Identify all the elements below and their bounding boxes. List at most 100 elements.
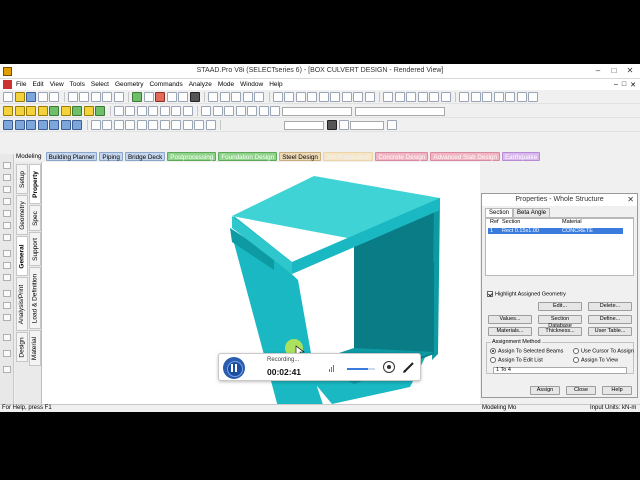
menu-geometry[interactable]: Geometry [115,81,144,88]
section-database-button[interactable]: Section Database [538,315,582,329]
report-icon[interactable] [155,92,165,102]
zoom-in-icon[interactable] [307,92,317,102]
use-cursor-radio[interactable]: Use Cursor To Assign [573,348,634,354]
gutter-report-icon[interactable] [3,314,11,321]
show-loads-icon[interactable] [148,106,158,116]
tab-beta-angle[interactable]: Beta Angle [513,208,551,217]
select-all-icon[interactable] [125,120,135,130]
bottom-view-icon[interactable] [258,106,269,116]
display-options-icon[interactable] [327,120,337,130]
dimension-icon[interactable] [208,92,218,102]
parallel-icon[interactable] [194,120,204,130]
lock-icon[interactable] [338,120,349,130]
page-tab-building-planner[interactable]: Building Planner [45,151,98,161]
grid-icon[interactable] [166,92,177,102]
edit-button[interactable]: Edit... [538,302,582,311]
structure-diagram-icon[interactable] [231,92,241,102]
beams-cursor-icon[interactable] [394,92,405,102]
doc-restore-button[interactable]: □ [622,81,626,89]
gutter-grid-icon[interactable] [3,334,11,341]
gutter-cursor-icon[interactable] [3,174,11,181]
add-plate-icon[interactable] [14,106,25,116]
page-tab-modeling[interactable]: Modeling [14,152,44,161]
new-file-icon[interactable] [3,92,13,102]
perpendicular-icon[interactable] [205,120,216,130]
volume-slider[interactable] [347,368,375,370]
pause-icon[interactable] [223,357,245,379]
tab-setup[interactable]: Setup [16,164,28,194]
show-supports-icon[interactable] [159,106,170,116]
doc-minimize-button[interactable]: – [614,81,618,89]
tab-section[interactable]: Section [485,208,514,217]
solids-cursor-icon[interactable] [417,92,428,102]
subtab-property[interactable]: Property [29,164,41,204]
volume-icon[interactable] [329,364,335,372]
menu-help[interactable]: Help [269,81,282,88]
left-view-icon[interactable] [224,106,234,116]
gutter-member-icon[interactable] [3,250,11,257]
print-icon[interactable] [37,92,48,102]
tab-analysis-print[interactable]: Analysis/Print [16,277,28,331]
rotate-left-icon[interactable] [26,120,36,130]
label-nodes-icon[interactable] [113,106,124,116]
circular-repeat-icon[interactable] [470,92,481,102]
page-tab-steel-design[interactable]: Steel Design [279,151,321,161]
menu-edit[interactable]: Edit [32,81,43,88]
magnify-icon[interactable] [353,92,363,102]
gutter-load-icon[interactable] [3,274,11,281]
gutter-design-icon[interactable] [3,290,11,297]
open-folder-icon[interactable] [14,92,25,102]
intersect-icon[interactable] [72,106,82,116]
subtab-material[interactable]: Material [29,330,41,366]
back-view-icon[interactable] [212,106,223,116]
highlight-assigned-checkbox[interactable]: Highlight Assigned Geometry [487,291,566,297]
menu-select[interactable]: Select [91,81,109,88]
dynamic-zoom-icon[interactable] [364,92,375,102]
subtab-support[interactable]: Support [29,232,41,266]
spin-left-icon[interactable] [49,120,59,130]
tab-geometry[interactable]: Geometry [16,195,28,235]
page-tab-earthquake[interactable]: Earthquake [501,151,541,161]
rotate-icon[interactable] [272,92,283,102]
cut-icon[interactable] [67,92,78,102]
page-tab-concrete-design[interactable]: Concrete Design [375,151,429,161]
maximize-button[interactable]: □ [608,66,620,76]
run-analysis-icon[interactable] [132,92,142,102]
invert-selection-icon[interactable] [136,120,147,130]
label-icon[interactable] [219,92,230,102]
menu-view[interactable]: View [50,81,64,88]
rotate-right-icon[interactable] [37,120,48,130]
axis-combo[interactable] [284,120,324,130]
close-button[interactable]: Close [566,386,596,395]
select-nodes-icon[interactable] [90,120,101,130]
assign-view-radio[interactable]: Assign To View [573,357,618,363]
geometry-cursor-icon[interactable] [440,92,451,102]
menu-file[interactable]: File [16,81,26,88]
delete-button[interactable]: Delete... [588,302,632,311]
define-button[interactable]: Define... [588,315,632,324]
materials-button[interactable]: Materials... [488,327,532,336]
gutter-output-icon[interactable] [3,366,11,373]
view-from-icon[interactable] [242,92,253,102]
rotate-up-icon[interactable] [3,120,13,130]
translational-repeat-icon[interactable] [459,92,469,102]
plates-cursor-icon[interactable] [406,92,416,102]
save-icon[interactable] [26,92,36,102]
reset-view-icon[interactable] [72,120,82,130]
by-inclination-icon[interactable] [182,120,193,130]
stretch-icon[interactable] [95,106,105,116]
user-table-button[interactable]: User Table... [588,327,632,336]
snap-node-icon[interactable] [37,106,48,116]
rotate-down-icon[interactable] [14,120,25,130]
thickness-button[interactable]: Thickness... [538,327,582,336]
select-beams-icon[interactable] [102,120,112,130]
webcam-icon[interactable] [383,361,395,373]
gutter-support-icon[interactable] [3,262,11,269]
menu-commands[interactable]: Commands [149,81,182,88]
page-tab-piping[interactable]: Piping [99,151,123,161]
gutter-surface-icon[interactable] [3,234,11,241]
mirror-icon[interactable] [482,92,492,102]
label-plates-icon[interactable] [136,106,147,116]
gutter-measure-icon[interactable] [3,350,11,357]
gutter-arrow-icon[interactable] [3,162,11,169]
